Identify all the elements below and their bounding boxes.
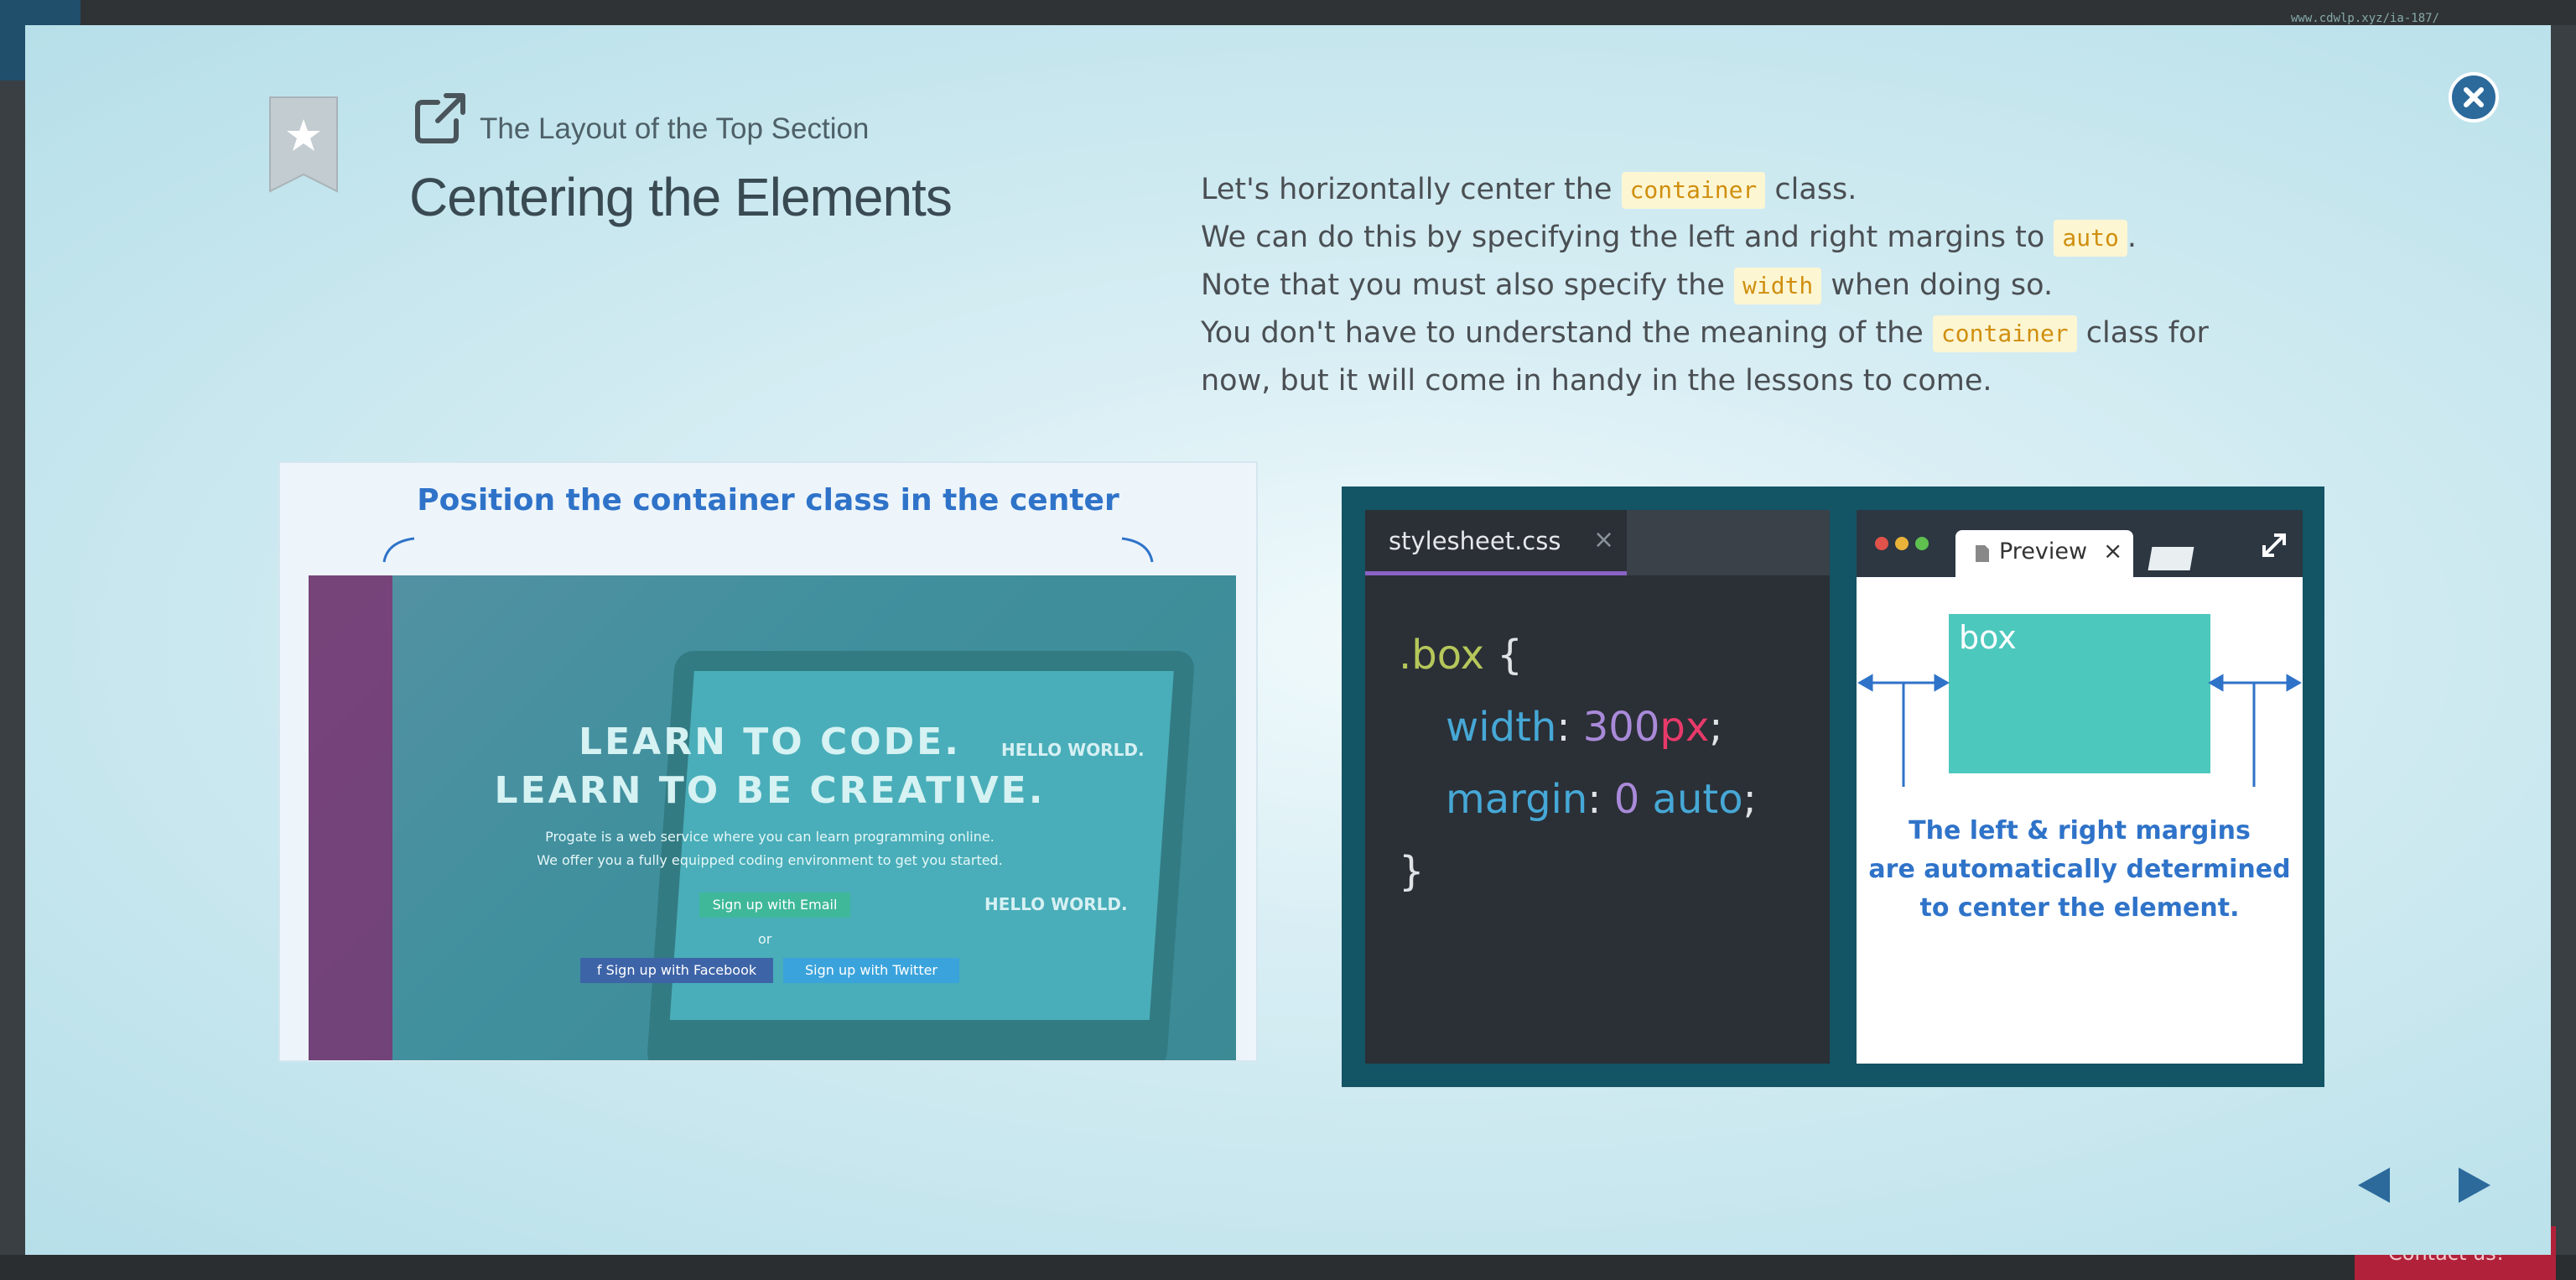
code-line: .box { xyxy=(1399,632,1523,679)
or-label: or xyxy=(758,931,772,947)
box-label: box xyxy=(1959,619,2017,656)
slide-description: Let's horizontally center the container … xyxy=(1201,166,2375,405)
editor-tab-close-icon: × xyxy=(1593,525,1615,554)
code-line: width: 300px; xyxy=(1446,704,1723,751)
window-dot xyxy=(1875,537,1888,550)
margin-explanation: The left & right margins are automatical… xyxy=(1868,816,2291,923)
caption-bracket xyxy=(382,537,1154,563)
code-tag: width xyxy=(1733,268,1822,304)
background-bottombar xyxy=(0,1255,2576,1280)
preview-tab-close-icon: × xyxy=(2103,537,2123,565)
margin-arrows xyxy=(1857,674,2303,787)
description-line: You don't have to understand the meaning… xyxy=(1201,310,2375,357)
slide-title: Centering the Elements xyxy=(409,167,953,227)
website-screenshot: LEARN TO CODE. LEARN TO BE CREATIVE. Pro… xyxy=(309,575,1236,1060)
signup-twitter-button: Sign up with Twitter xyxy=(783,958,959,983)
code-editor: stylesheet.css × .box { width: 300px; ma… xyxy=(1365,510,1830,1064)
hello-world-text: HELLO WORLD. xyxy=(984,894,1128,914)
code-line: margin: 0 auto; xyxy=(1446,776,1757,823)
window-dot xyxy=(1895,537,1909,550)
container-center-illustration: Position the container class in the cent… xyxy=(278,461,1258,1062)
preview-tab-label: Preview xyxy=(1999,539,2088,565)
hero-headline: LEARN TO CODE. LEARN TO BE CREATIVE. xyxy=(494,721,1046,812)
editor-tabbar: stylesheet.css × xyxy=(1365,510,1830,575)
expand-icon xyxy=(2262,533,2286,557)
next-arrow-icon[interactable] xyxy=(2454,1164,2496,1206)
browser-preview: Preview × box The left & right margins a… xyxy=(1857,510,2303,1064)
description-line: now, but it will come in handy in the le… xyxy=(1201,364,1992,398)
preview-tab: Preview × xyxy=(1955,530,2133,577)
code-tag: container xyxy=(1932,315,2077,352)
description-line: We can do this by specifying the left an… xyxy=(1201,214,2375,262)
code-tag: auto xyxy=(2054,220,2127,257)
illustration-caption: Position the container class in the cent… xyxy=(417,483,1119,518)
description-line: Let's horizontally center the container … xyxy=(1201,166,2375,214)
code-line: } xyxy=(1399,848,1425,895)
signup-facebook-button: f Sign up with Facebook xyxy=(580,958,773,983)
background-topbar xyxy=(0,0,2576,25)
code-tag: container xyxy=(1621,172,1766,209)
slide-subtitle: The Layout of the Top Section xyxy=(480,112,870,145)
description-line: Note that you must also specify the widt… xyxy=(1201,262,2375,310)
preview-titlebar: Preview × xyxy=(1857,510,2303,577)
css-code: .box { width: 300px; margin: 0 auto; } xyxy=(1399,619,1757,908)
editor-tab-stylesheet: stylesheet.css × xyxy=(1365,510,1627,575)
bookmark-star-icon[interactable] xyxy=(268,96,339,193)
close-button[interactable] xyxy=(2449,72,2499,122)
external-link-icon xyxy=(415,93,465,143)
document-icon xyxy=(1976,545,1989,562)
prev-arrow-icon[interactable] xyxy=(2353,1164,2395,1206)
hello-world-text: HELLO WORLD. xyxy=(1001,740,1145,760)
code-preview-illustration: stylesheet.css × .box { width: 300px; ma… xyxy=(1342,487,2324,1087)
close-icon xyxy=(2464,87,2484,107)
container-highlight xyxy=(392,575,1236,1060)
signup-email-button: Sign up with Email xyxy=(699,892,850,918)
editor-tab-label: stylesheet.css xyxy=(1389,527,1561,555)
window-dot xyxy=(1915,537,1929,550)
background-url: www.cdwlp.xyz/ia-187/ xyxy=(2291,12,2440,25)
hero-subtext: Progate is a web service where you can l… xyxy=(537,829,1003,868)
slide-modal: The Layout of the Top Section Centering … xyxy=(25,25,2551,1255)
new-tab-shape xyxy=(2148,547,2194,570)
